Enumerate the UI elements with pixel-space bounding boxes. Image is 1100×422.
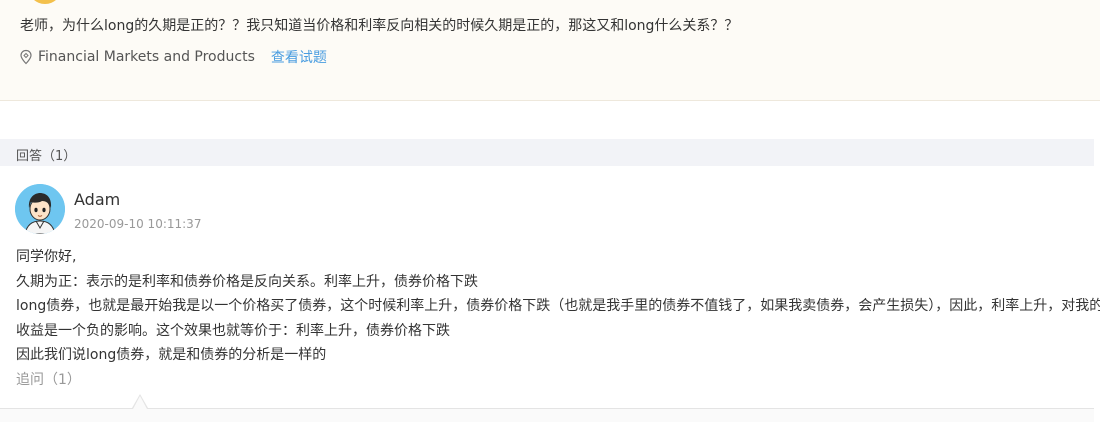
answer-paragraph: 久期为正：表示的是利率和债券价格是反向关系。利率上升，债券价格下跌 [16,273,478,290]
answer-body: 同学你好, 久期为正：表示的是利率和债券价格是反向关系。利率上升，债券价格下跌 … [16,245,1100,368]
asker-avatar [28,0,62,4]
answer-timestamp: 2020-09-10 10:11:37 [74,217,202,231]
answer-paragraph: 同学你好, [16,249,77,265]
followup-toggle-link[interactable]: 追问（1） [16,369,81,389]
answers-count-label: 回答（1） [16,149,77,164]
followup-caret-fill [133,396,147,409]
answer-item: Adam 2020-09-10 10:11:37 同学你好, 久期为正：表示的是… [0,166,1100,422]
question-meta: Financial Markets and Products 查看试题 [18,47,327,67]
answer-paragraph: 因此我们说long债券，就是和债券的分析是一样的 [16,347,327,363]
question-text: 老师，为什么long的久期是正的？？我只知道当价格和利率反向相关的时候久期是正的… [20,18,739,34]
followup-panel [0,408,1094,422]
answer-paragraph: 收益是一个负的影响。这个效果也就等价于：利率上升，债券价格下跌 [16,322,450,339]
question-card: 老师，为什么long的久期是正的？？我只知道当价格和利率反向相关的时候久期是正的… [0,0,1100,101]
location-tag-icon [18,49,34,65]
answerer-avatar [15,184,65,234]
answer-paragraph: long债券，也就是最开始我是以一个价格买了债券，这个时候利率上升，债券价格下跌… [16,298,1100,314]
qa-page: 老师，为什么long的久期是正的？？我只知道当价格和利率反向相关的时候久期是正的… [0,0,1100,422]
topic-label: Financial Markets and Products [38,49,255,65]
answer-author-name[interactable]: Adam [74,190,120,209]
view-question-link[interactable]: 查看试题 [271,47,327,67]
answers-section-header: 回答（1） [0,139,1094,166]
